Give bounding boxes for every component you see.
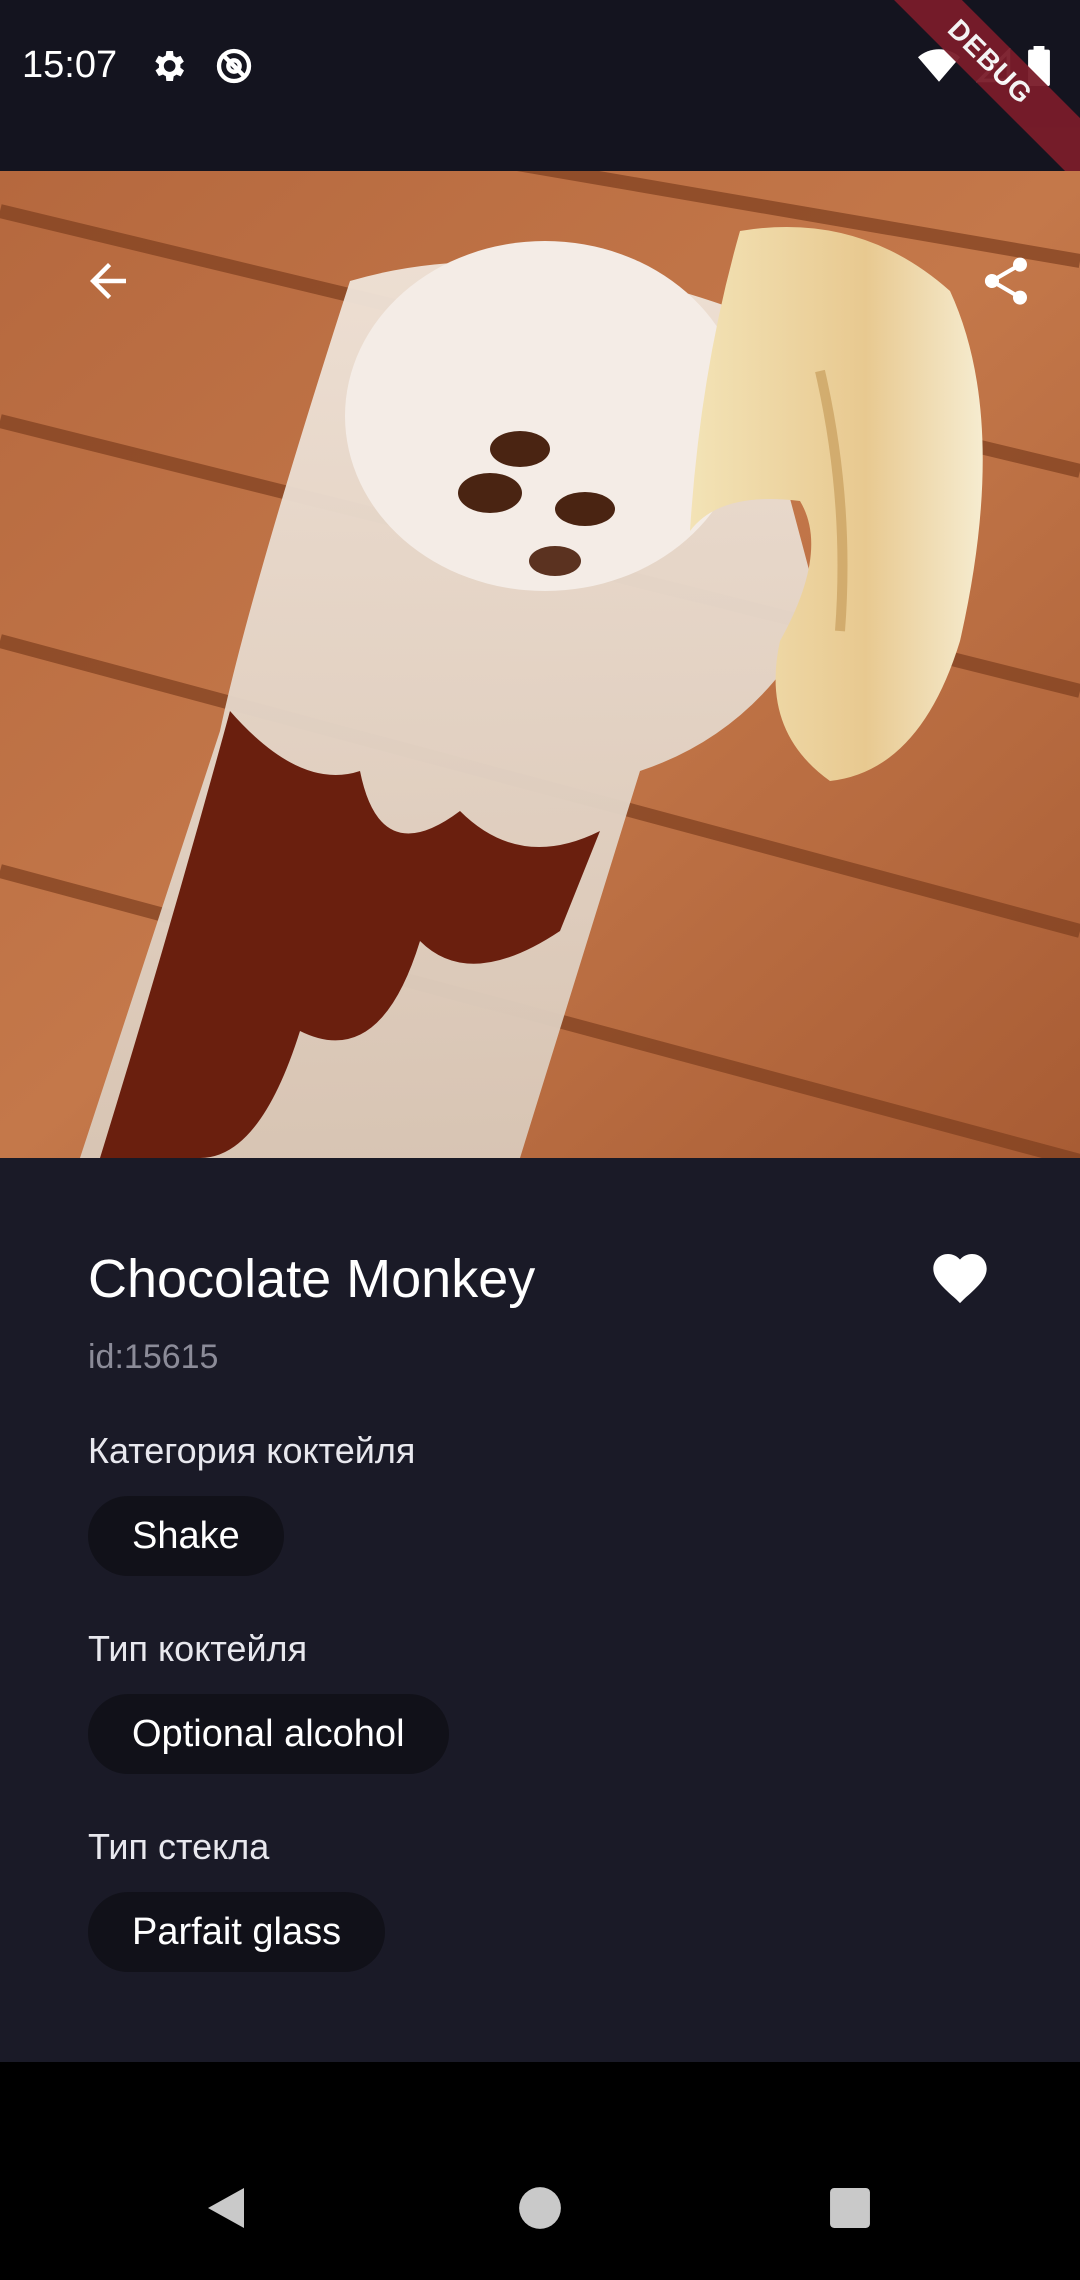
nav-back-button[interactable] xyxy=(196,2180,256,2240)
gear-icon xyxy=(148,46,188,91)
back-triangle-icon xyxy=(204,2184,248,2237)
share-icon xyxy=(978,253,1034,309)
share-button[interactable] xyxy=(956,231,1056,331)
system-nav-bar xyxy=(0,2062,1080,2280)
recents-square-icon xyxy=(829,2187,871,2234)
category-chip[interactable]: Shake xyxy=(88,1496,284,1576)
cocktail-photo xyxy=(0,171,1080,1158)
heart-icon xyxy=(928,1254,992,1314)
cocktail-details: Chocolate Monkey id:15615 Категория кокт… xyxy=(0,1158,1080,2062)
glass-chip[interactable]: Parfait glass xyxy=(88,1892,386,1972)
status-bar: 15:07 DEBUG xyxy=(0,0,1080,193)
type-chip[interactable]: Optional alcohol xyxy=(88,1694,449,1774)
status-time: 15:07 xyxy=(22,44,118,86)
type-label: Тип коктейля xyxy=(88,1628,308,1669)
at-sign-icon xyxy=(214,46,254,91)
category-label: Категория коктейля xyxy=(88,1430,416,1471)
cocktail-id: id:15615 xyxy=(88,1338,219,1376)
nav-home-button[interactable] xyxy=(510,2180,570,2240)
home-circle-icon xyxy=(518,2186,562,2235)
cocktail-title: Chocolate Monkey xyxy=(88,1249,536,1309)
glass-label: Тип стекла xyxy=(88,1826,270,1867)
debug-banner: DEBUG xyxy=(859,0,1080,193)
arrow-left-icon xyxy=(81,254,135,308)
favorite-button[interactable] xyxy=(928,1246,992,1310)
back-button[interactable] xyxy=(58,231,158,331)
nav-recents-button[interactable] xyxy=(820,2180,880,2240)
